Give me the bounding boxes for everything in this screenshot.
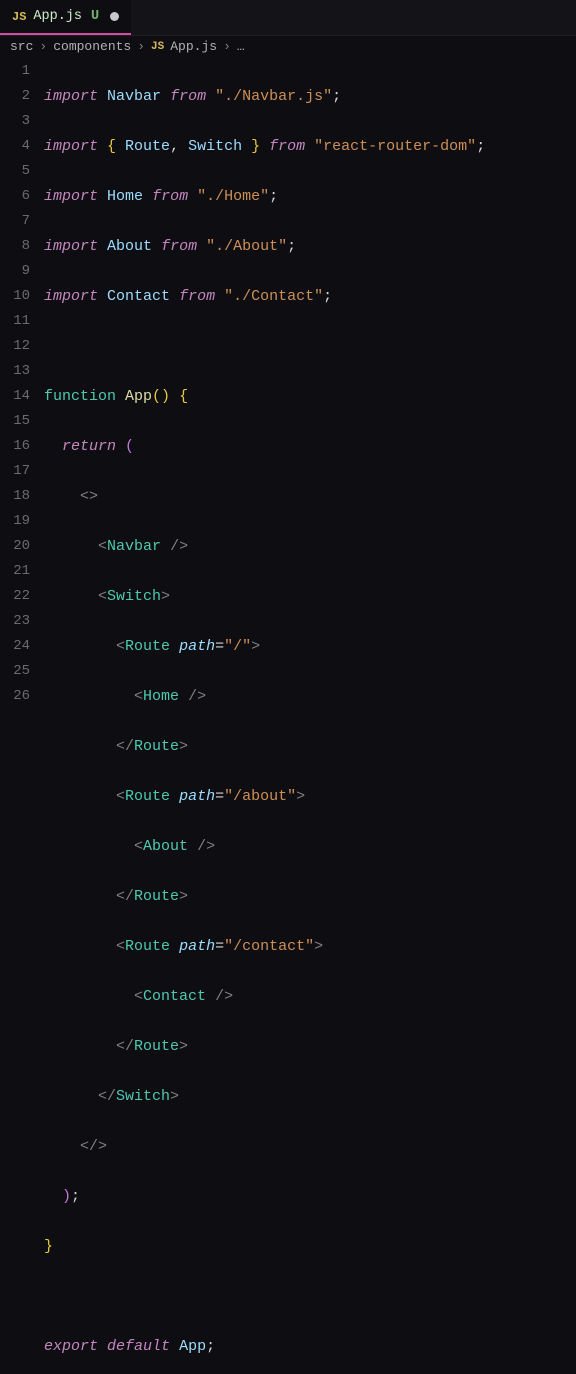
tab-git-status: U bbox=[91, 9, 99, 24]
line-number: 18 bbox=[0, 484, 30, 509]
line-number: 26 bbox=[0, 684, 30, 709]
code-line: <Route path="/contact"> bbox=[44, 934, 485, 959]
code-line bbox=[44, 334, 485, 359]
breadcrumb[interactable]: src › components › JS App.js › … bbox=[0, 36, 576, 57]
line-number: 25 bbox=[0, 659, 30, 684]
code-line: function App() { bbox=[44, 384, 485, 409]
line-number: 16 bbox=[0, 434, 30, 459]
code-line: import { Route, Switch } from "react-rou… bbox=[44, 134, 485, 159]
line-number-gutter: 1 2 3 4 5 6 7 8 9 10 11 12 13 14 15 16 1… bbox=[0, 57, 44, 709]
tab-bar: JS App.js U bbox=[0, 0, 576, 36]
code-line: </Route> bbox=[44, 884, 485, 909]
code-line: <Home /> bbox=[44, 684, 485, 709]
code-line: <Navbar /> bbox=[44, 534, 485, 559]
code-line: <Switch> bbox=[44, 584, 485, 609]
line-number: 6 bbox=[0, 184, 30, 209]
line-number: 12 bbox=[0, 334, 30, 359]
code-line: </> bbox=[44, 1134, 485, 1159]
code-line: </Switch> bbox=[44, 1084, 485, 1109]
line-number: 22 bbox=[0, 584, 30, 609]
unsaved-dot-icon bbox=[110, 12, 119, 21]
code-line: ); bbox=[44, 1184, 485, 1209]
code-line: import Navbar from "./Navbar.js"; bbox=[44, 84, 485, 109]
code-line: <Route path="/"> bbox=[44, 634, 485, 659]
code-line: } bbox=[44, 1234, 485, 1259]
line-number: 3 bbox=[0, 109, 30, 134]
line-number: 19 bbox=[0, 509, 30, 534]
js-icon: JS bbox=[151, 41, 164, 53]
line-number: 24 bbox=[0, 634, 30, 659]
line-number: 13 bbox=[0, 359, 30, 384]
line-number: 20 bbox=[0, 534, 30, 559]
line-number: 4 bbox=[0, 134, 30, 159]
line-number: 14 bbox=[0, 384, 30, 409]
code-line: export default App; bbox=[44, 1334, 485, 1359]
line-number: 11 bbox=[0, 309, 30, 334]
code-line: </Route> bbox=[44, 1034, 485, 1059]
line-number: 1 bbox=[0, 59, 30, 84]
line-number: 15 bbox=[0, 409, 30, 434]
code-line: <About /> bbox=[44, 834, 485, 859]
code-line: import About from "./About"; bbox=[44, 234, 485, 259]
line-number: 2 bbox=[0, 84, 30, 109]
code-line: <Contact /> bbox=[44, 984, 485, 1009]
line-number: 9 bbox=[0, 259, 30, 284]
code-editor[interactable]: 1 2 3 4 5 6 7 8 9 10 11 12 13 14 15 16 1… bbox=[0, 57, 576, 1374]
tab-app-js[interactable]: JS App.js U bbox=[0, 0, 131, 35]
code-content[interactable]: import Navbar from "./Navbar.js"; import… bbox=[44, 57, 485, 1374]
code-line: <> bbox=[44, 484, 485, 509]
code-line: <Route path="/about"> bbox=[44, 784, 485, 809]
breadcrumb-seg-components[interactable]: components bbox=[53, 39, 131, 54]
code-line: </Route> bbox=[44, 734, 485, 759]
code-line: import Home from "./Home"; bbox=[44, 184, 485, 209]
line-number: 5 bbox=[0, 159, 30, 184]
line-number: 10 bbox=[0, 284, 30, 309]
line-number: 21 bbox=[0, 559, 30, 584]
tab-filename: App.js bbox=[33, 9, 82, 24]
js-icon: JS bbox=[12, 10, 26, 24]
breadcrumb-more[interactable]: … bbox=[237, 39, 245, 54]
line-number: 8 bbox=[0, 234, 30, 259]
chevron-right-icon: › bbox=[137, 39, 145, 54]
chevron-right-icon: › bbox=[223, 39, 231, 54]
line-number: 23 bbox=[0, 609, 30, 634]
code-line bbox=[44, 1284, 485, 1309]
line-number: 7 bbox=[0, 209, 30, 234]
chevron-right-icon: › bbox=[39, 39, 47, 54]
breadcrumb-file[interactable]: App.js bbox=[170, 39, 217, 54]
code-line: return ( bbox=[44, 434, 485, 459]
breadcrumb-seg-src[interactable]: src bbox=[10, 39, 33, 54]
line-number: 17 bbox=[0, 459, 30, 484]
code-line: import Contact from "./Contact"; bbox=[44, 284, 485, 309]
